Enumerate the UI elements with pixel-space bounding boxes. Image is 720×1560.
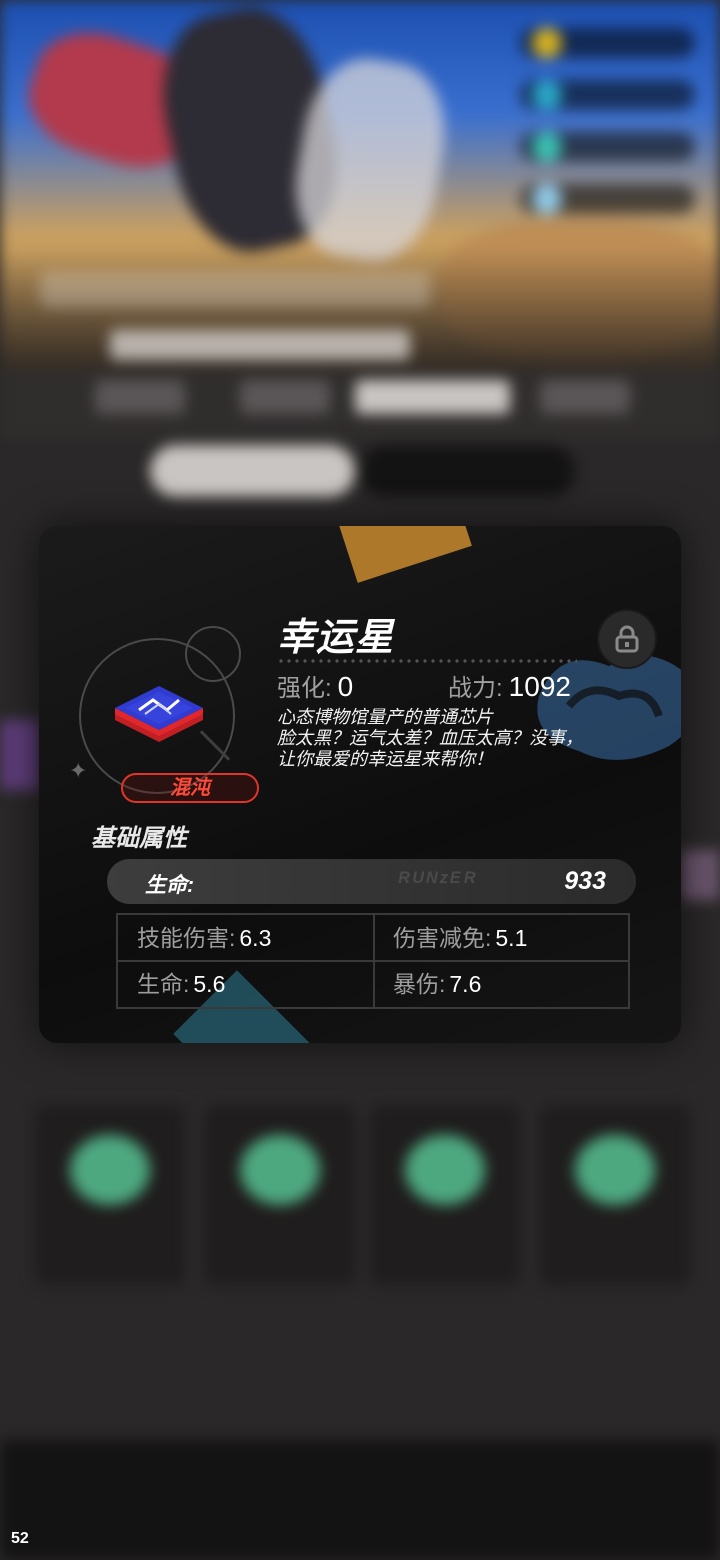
sub-stat: 伤害减免: 5.1 [374, 915, 630, 961]
blurred-tab [540, 380, 630, 414]
blurred-segment [150, 445, 355, 497]
main-stat-value: 933 [564, 867, 606, 895]
blurred-edge [680, 850, 720, 900]
decor-shape [336, 526, 472, 583]
sub-stat-label: 生命: [137, 971, 190, 997]
side-dot [532, 132, 562, 162]
chip-detail-dialog: ✦ 混沌 幸运星 强化: 0 战力: 1092 心态博物馆量产的普通芯片 脸太黑？运… [39, 526, 681, 1043]
base-attributes-title: 基础属性 [91, 825, 187, 852]
blurred-bar [110, 330, 410, 360]
blurred-gem [70, 1135, 150, 1205]
watermark-decor: ᴿᵁᴺᶻᴱᴿ [397, 868, 478, 895]
sub-stats-grid: 技能伤害: 6.3 伤害减免: 5.1 生命: 5.6 暴伤: 7.6 [116, 913, 630, 1009]
dim-band [0, 250, 720, 390]
power-stat: 战力: 1092 [448, 668, 571, 703]
sub-stat-label: 暴伤: [393, 971, 446, 997]
sub-stat: 技能伤害: 6.3 [118, 915, 374, 961]
side-dot [532, 80, 562, 110]
chip-name: 幸运星 [277, 617, 395, 659]
sub-stat-value: 5.6 [193, 971, 226, 997]
blurred-footer [0, 1440, 720, 1560]
enhance-stat: 强化: 0 [277, 668, 353, 703]
sub-stat-value: 6.3 [239, 925, 272, 951]
sub-stat-label: 伤害减免: [393, 925, 492, 951]
blurred-gem [240, 1135, 320, 1205]
enhance-label: 强化: [277, 675, 332, 702]
blurred-caption [40, 272, 430, 308]
power-label: 战力: [448, 675, 503, 702]
sub-stat-value: 5.1 [495, 925, 528, 951]
lock-button[interactable] [597, 609, 657, 669]
sub-stat-value: 7.6 [449, 971, 482, 997]
chip-icon-area: ✦ [69, 626, 265, 796]
description-line: 心态博物馆量产的普通芯片 [277, 707, 493, 727]
rarity-badge: 混沌 [121, 773, 259, 803]
chip-description: 心态博物馆量产的普通芯片 脸太黑？运气太差？血压太高？没事， 让你最爱的幸运星来… [277, 707, 637, 770]
sparkle-icon: ✦ [69, 758, 88, 783]
blurred-tab [355, 380, 510, 414]
description-line: 让你最爱的幸运星来帮你！ [277, 749, 493, 769]
blurred-gem [405, 1135, 485, 1205]
title-divider [277, 659, 577, 663]
sub-stat-label: 技能伤害: [137, 925, 236, 951]
main-stat-label: 生命: [145, 874, 194, 897]
blurred-edge [0, 720, 40, 790]
description-line: 脸太黑？运气太差？血压太高？没事， [277, 728, 583, 748]
blurred-segment [360, 445, 575, 497]
main-stat-bar: ᴿᵁᴺᶻᴱᴿ 生命: 933 [107, 859, 636, 904]
blurred-tab [240, 380, 330, 414]
blurred-gem [575, 1135, 655, 1205]
lock-icon [615, 625, 639, 653]
sub-stat: 暴伤: 7.6 [374, 961, 630, 1007]
power-value: 1092 [508, 671, 571, 702]
side-dot [532, 184, 562, 214]
sub-stat: 生命: 5.6 [118, 961, 374, 1007]
chip-icon [115, 686, 203, 742]
enhance-value: 0 [337, 671, 354, 702]
fps-counter: 52 [11, 1530, 29, 1547]
side-dot [532, 28, 562, 58]
blurred-tab [95, 380, 185, 414]
